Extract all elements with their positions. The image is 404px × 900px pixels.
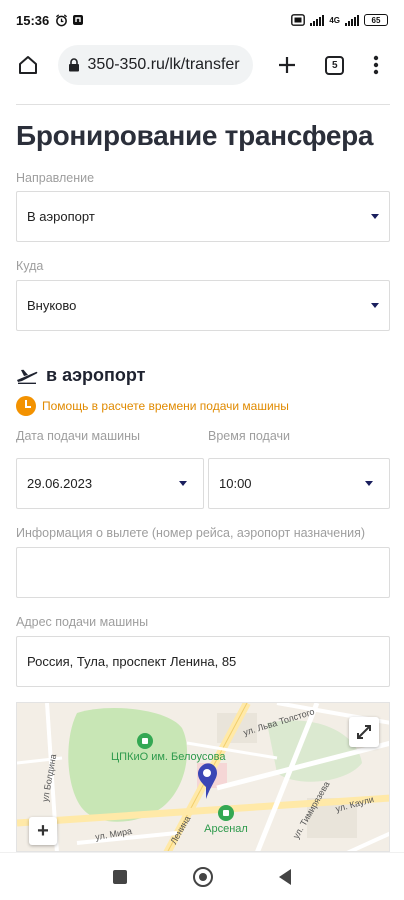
- status-time: 15:36: [16, 12, 50, 28]
- plus-icon: [279, 57, 296, 73]
- chevron-down-icon: [371, 214, 379, 219]
- date-value: 29.06.2023: [27, 476, 93, 491]
- destination-select[interactable]: Внуково: [16, 280, 390, 331]
- map-poi-label: ЦПКиО им. Белоусова: [111, 751, 226, 763]
- back-icon[interactable]: [279, 868, 291, 885]
- map-poi-arsenal[interactable]: Арсенал: [201, 805, 251, 836]
- battery-icon: 65: [364, 14, 388, 26]
- direction-label: Направление: [16, 171, 95, 185]
- address-input[interactable]: Россия, Тула, проспект Ленина, 85: [16, 636, 390, 687]
- status-bar: 15:36 4G 65: [0, 0, 404, 40]
- fullscreen-button[interactable]: [349, 717, 379, 747]
- destination-label: Куда: [16, 259, 44, 273]
- tabs-icon: 5: [325, 55, 345, 75]
- screen-record-icon: [291, 14, 306, 26]
- address-value: Россия, Тула, проспект Ленина, 85: [27, 654, 237, 669]
- airplane-icon: [17, 369, 38, 384]
- address-bar[interactable]: 350-350.ru/lk/transfer: [57, 45, 254, 85]
- help-text: Помощь в расчете времени подачи машины: [42, 399, 289, 413]
- zoom-in-button[interactable]: +: [29, 817, 57, 845]
- help-link[interactable]: Помощь в расчете времени подачи машины: [16, 396, 289, 416]
- shopping-icon: [218, 805, 234, 821]
- date-label: Дата подачи машины: [16, 429, 140, 443]
- home-icon[interactable]: [8, 45, 48, 85]
- signal-icon: [345, 14, 359, 26]
- direction-select[interactable]: В аэропорт: [16, 191, 390, 242]
- signal-icon: [310, 14, 325, 26]
- menu-button[interactable]: [356, 45, 396, 85]
- home-circle-icon[interactable]: [193, 866, 213, 887]
- direction-value: В аэропорт: [27, 209, 95, 224]
- flight-info-label: Информация о вылете (номер рейса, аэропо…: [16, 526, 366, 540]
- tabs-button[interactable]: 5: [315, 45, 355, 85]
- browser-toolbar: 350-350.ru/lk/transfer 5: [0, 40, 404, 90]
- system-navigation-bar: [0, 852, 404, 900]
- date-select[interactable]: 29.06.2023: [16, 458, 204, 509]
- new-tab-button[interactable]: [267, 45, 307, 85]
- map[interactable]: ул. Льва Толстого ул Болдина ул. Тимиряз…: [16, 702, 390, 852]
- page-title: Бронирование трансфера: [16, 120, 374, 151]
- time-value: 10:00: [219, 476, 252, 491]
- flight-info-input[interactable]: [16, 547, 390, 598]
- time-select[interactable]: 10:00: [208, 458, 390, 509]
- clock-icon: [16, 396, 36, 416]
- notification-icon: [73, 15, 84, 25]
- more-vert-icon: [374, 55, 379, 75]
- time-label: Время подачи: [208, 429, 290, 443]
- expand-icon: [357, 725, 371, 739]
- lock-icon: [68, 58, 79, 72]
- divider: [16, 104, 390, 105]
- park-icon: [137, 733, 153, 749]
- chevron-down-icon: [179, 481, 187, 486]
- network-label: 4G: [329, 15, 340, 25]
- map-poi-label: Арсенал: [204, 823, 248, 835]
- alarm-icon: [56, 13, 68, 26]
- destination-value: Внуково: [27, 298, 77, 313]
- address-label: Адрес подачи машины: [16, 615, 149, 629]
- chevron-down-icon: [371, 303, 379, 308]
- section-title: в аэропорт: [46, 365, 146, 385]
- recents-icon[interactable]: [113, 869, 127, 884]
- url-text: 350-350.ru/lk/transfer: [87, 56, 240, 73]
- section-heading: в аэропорт: [16, 365, 145, 386]
- map-poi-park[interactable]: ЦПКиО им. Белоусова: [111, 733, 226, 764]
- chevron-down-icon: [365, 481, 373, 486]
